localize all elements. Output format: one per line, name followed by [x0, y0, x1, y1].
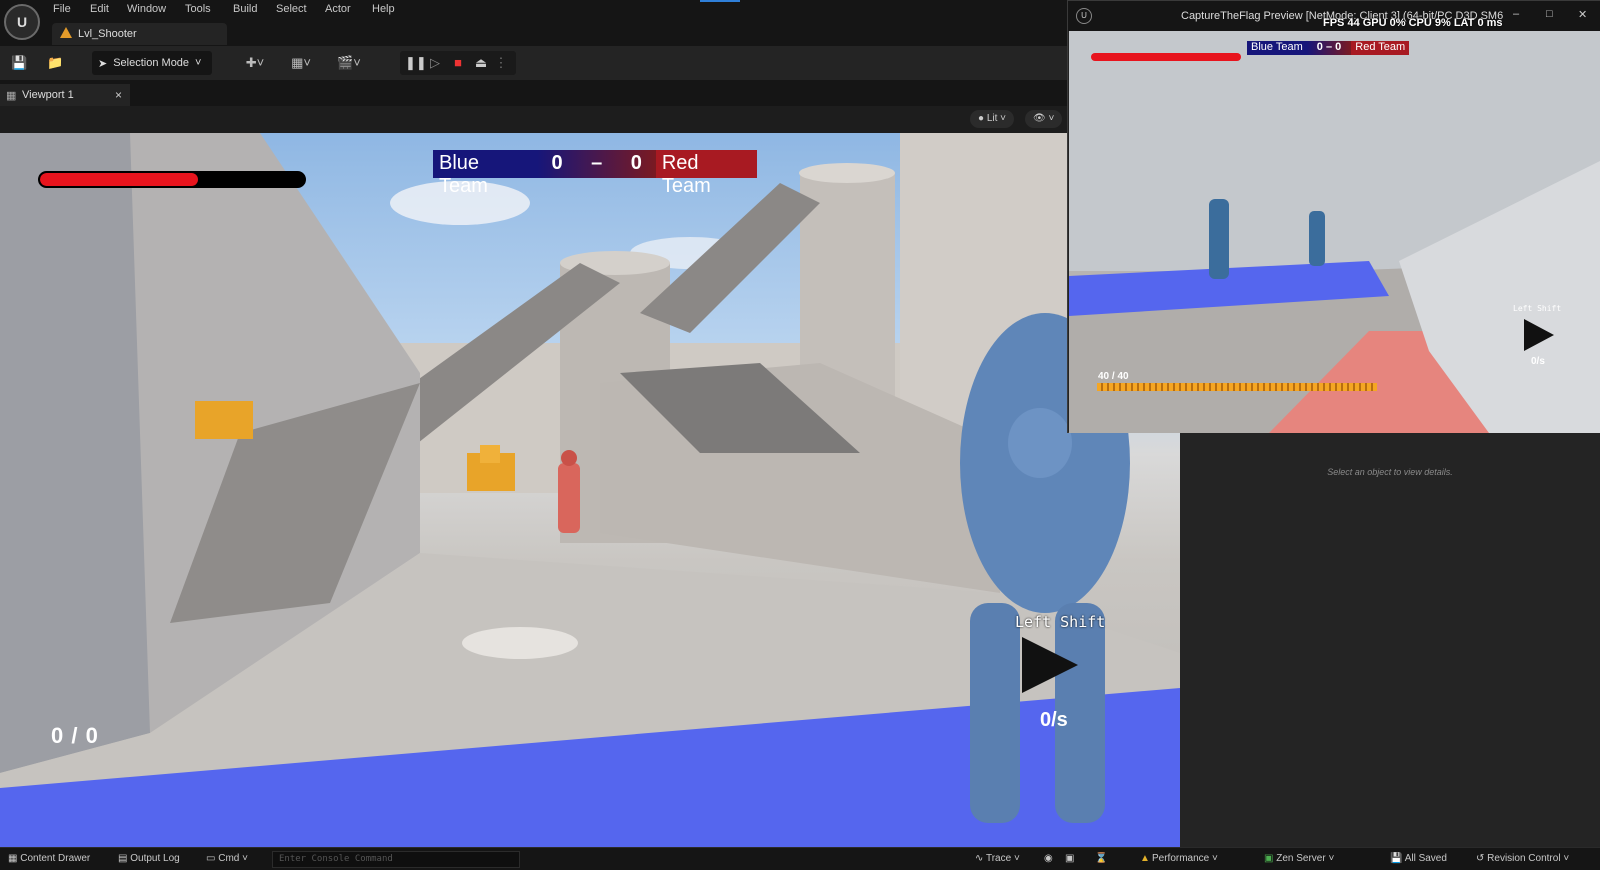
minimize-icon[interactable]: –	[1513, 8, 1519, 20]
viewport-icon: ▦	[6, 90, 17, 102]
menu-build[interactable]: Build	[233, 3, 257, 15]
health-bar	[38, 171, 306, 188]
console-input[interactable]: Enter Console Command	[272, 851, 520, 868]
revision-control-dropdown[interactable]: ↺ Revision Control ˅	[1476, 853, 1569, 864]
menu-file[interactable]: File	[53, 3, 71, 15]
blue-team-label: Blue Team	[433, 150, 538, 197]
save-icon[interactable]: 💾	[11, 55, 27, 71]
warning-icon	[60, 27, 72, 38]
zen-server-dropdown[interactable]: ▣ Zen Server ˅	[1264, 853, 1334, 864]
preview-red-team-label: Red Team	[1351, 41, 1410, 55]
blue-score: 0	[551, 152, 563, 174]
level-tab-label: Lvl_Shooter	[78, 28, 137, 40]
performance-label: Performance	[1152, 853, 1210, 864]
team-scoreboard: Blue Team 0 – 0 Red Team	[433, 150, 757, 197]
cmd-label: Cmd	[218, 853, 240, 864]
content-drawer-button[interactable]: ▦ Content Drawer	[8, 853, 90, 864]
preview-ammo-bar	[1097, 383, 1377, 391]
dash-arrow-icon	[1022, 637, 1078, 693]
unreal-logo-icon[interactable]: U	[4, 4, 40, 40]
cinematics-icon[interactable]: 🎬˅	[333, 55, 365, 71]
menu-tools[interactable]: Tools	[185, 3, 211, 15]
show-eye-button[interactable]: 👁 ˅	[1025, 110, 1063, 128]
menubar: U File Edit Window Tools Build Select Ac…	[0, 0, 1067, 46]
close-window-icon[interactable]: ✕	[1578, 8, 1587, 21]
viewport-tab[interactable]: ▦ Viewport 1 ×	[0, 84, 130, 106]
details-empty-hint: Select an object to view details.	[1327, 467, 1453, 477]
output-log-label: Output Log	[130, 853, 180, 864]
score-display: 0 – 0	[537, 150, 656, 178]
add-actor-icon[interactable]: ✚˅	[240, 55, 270, 71]
chevron-down-icon: ˅	[195, 57, 202, 69]
stop-icon[interactable]: ■	[450, 55, 466, 71]
viewport-tabbar: ▦ Viewport 1 ×	[0, 84, 1067, 106]
pause-icon[interactable]: ❚❚	[405, 55, 427, 71]
preview-window[interactable]: U CaptureTheFlag Preview [NetMode: Clien…	[1067, 0, 1600, 433]
preview-speed-readout: 0/s	[1531, 356, 1545, 367]
camera-icon[interactable]: ▣	[1065, 853, 1074, 864]
main-toolbar: 💾 📁 ➤ Selection Mode ˅ ✚˅ ▦˅ 🎬˅ ❚❚ ▷ ■ ⏏…	[0, 46, 1067, 80]
level-tab[interactable]: Lvl_Shooter	[52, 23, 227, 45]
cursor-icon: ➤	[98, 57, 108, 70]
dash-key-label: Left Shift	[1015, 613, 1106, 631]
trace-dropdown[interactable]: ∿ Trace ˅	[975, 853, 1020, 864]
performance-warning-icon: ▲	[1140, 853, 1150, 864]
maximize-icon[interactable]: □	[1546, 8, 1553, 20]
preview-score-display: 0 – 0	[1306, 41, 1352, 55]
lit-mode-button[interactable]: ● Lit ˅	[970, 110, 1015, 128]
unreal-logo-icon: U	[1076, 8, 1092, 24]
preview-blue-team-label: Blue Team	[1247, 41, 1307, 55]
menu-help[interactable]: Help	[372, 3, 395, 15]
active-accent-line	[700, 0, 740, 2]
all-saved-button[interactable]: 💾 All Saved	[1390, 853, 1447, 864]
preview-dash-key-label: Left Shift	[1513, 304, 1562, 313]
eject-icon[interactable]: ⏏	[473, 55, 489, 71]
browse-icon[interactable]: 📁	[47, 55, 63, 71]
performance-dropdown[interactable]: Performance ˅	[1152, 853, 1218, 864]
performance-stats: FPS 44 GPU 0% CPU 9% LAT 0 ms	[1323, 17, 1503, 29]
preview-dash-arrow-icon	[1524, 319, 1554, 351]
all-saved-label: All Saved	[1404, 853, 1447, 864]
score-separator: –	[591, 152, 603, 174]
selection-mode-dropdown[interactable]: ➤ Selection Mode ˅	[92, 51, 212, 75]
preview-red-score: 0	[1335, 41, 1342, 53]
more-options-icon[interactable]: ⋮	[493, 55, 509, 71]
play-controls: ❚❚ ▷ ■ ⏏ ⋮	[400, 51, 516, 75]
step-icon[interactable]: ▷	[427, 55, 443, 71]
revision-control-label: Revision Control	[1487, 853, 1561, 864]
preview-game-view[interactable]: Blue Team 0 – 0 Red Team 40 / 40 Left Sh…	[1069, 31, 1600, 433]
blueprint-icon[interactable]: ▦˅	[285, 55, 317, 71]
content-drawer-label: Content Drawer	[20, 853, 91, 864]
hourglass-icon[interactable]: ⌛	[1095, 853, 1107, 864]
zen-server-label: Zen Server	[1276, 853, 1326, 864]
health-bar-fill	[40, 173, 199, 186]
red-score: 0	[630, 152, 642, 174]
status-bar: ▦ Content Drawer ▤ Output Log ▭ Cmd ˅ En…	[0, 847, 1600, 870]
output-log-button[interactable]: ▤ Output Log	[118, 853, 180, 864]
preview-ammo-counter: 40 / 40	[1098, 371, 1129, 382]
viewport-tab-label: Viewport 1	[22, 89, 74, 101]
trace-label: Trace	[985, 853, 1012, 864]
menu-edit[interactable]: Edit	[90, 3, 109, 15]
menu-window[interactable]: Window	[127, 3, 166, 15]
viewport-controls: ● Lit ˅ 👁 ˅	[0, 106, 1067, 133]
selection-mode-label: Selection Mode	[113, 57, 190, 69]
preview-scoreboard: Blue Team 0 – 0 Red Team	[1247, 41, 1410, 55]
record-icon[interactable]: ◉	[1044, 853, 1053, 864]
zen-server-icon: ▣	[1264, 853, 1274, 864]
red-team-label: Red Team	[655, 150, 757, 197]
details-panel: Select an object to view details.	[1180, 433, 1600, 847]
preview-blue-score: 0	[1316, 41, 1323, 53]
ammo-counter: 0 / 0	[51, 723, 99, 748]
speed-readout: 0/s	[1040, 709, 1068, 731]
lit-label: Lit	[986, 113, 998, 124]
close-icon[interactable]: ×	[115, 88, 122, 102]
scene-geometry	[0, 133, 1180, 847]
menu-select[interactable]: Select	[276, 3, 307, 15]
menu-actor[interactable]: Actor	[325, 3, 351, 15]
cmd-dropdown[interactable]: ▭ Cmd ˅	[206, 853, 248, 864]
preview-health-bar	[1091, 53, 1241, 61]
preview-scene-geometry	[1069, 31, 1600, 433]
game-viewport[interactable]: Blue Team 0 – 0 Red Team 0 / 0 Left Shif…	[0, 133, 1180, 847]
